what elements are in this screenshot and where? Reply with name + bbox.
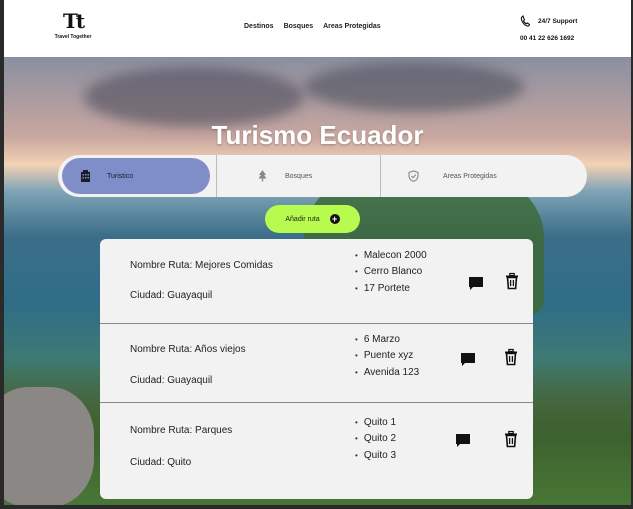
route-stop: Malecon 2000	[355, 247, 427, 264]
plus-circle-icon: +	[329, 214, 340, 224]
tab-turistico-label: Turistico	[107, 172, 134, 180]
route-name: Nombre Ruta: Mejores Comidas	[130, 260, 273, 271]
app-frame: Tt Travel Together Destinos Bosques Area…	[4, 0, 631, 505]
route-stop: 17 Portete	[355, 280, 427, 297]
route-stop: 6 Marzo	[355, 331, 419, 348]
route-city: Ciudad: Guayaquil	[130, 375, 213, 386]
routes-panel: Nombre Ruta: Mejores Comidas Ciudad: Gua…	[100, 239, 533, 499]
route-city: Ciudad: Quito	[130, 457, 192, 468]
comment-icon[interactable]	[454, 431, 472, 449]
route-stops: 6 Marzo Puente xyz Avenida 123	[355, 331, 419, 381]
support-info: 24/7 Support 00 41 22 626 1692	[520, 15, 577, 42]
add-route-button[interactable]: Añadir ruta +	[265, 205, 360, 233]
comment-icon[interactable]	[459, 350, 477, 368]
route-stops: Malecon 2000 Cerro Blanco 17 Portete	[355, 247, 427, 297]
nav-areas-protegidas[interactable]: Areas Protegidas	[323, 23, 381, 30]
building-icon	[81, 170, 90, 182]
site-header: Tt Travel Together Destinos Bosques Area…	[4, 0, 631, 57]
route-stop: Cerro Blanco	[355, 264, 427, 281]
tab-divider	[216, 155, 217, 197]
tab-areas-label: Areas Protegidas	[443, 172, 497, 180]
route-name: Nombre Ruta: Parques	[130, 425, 233, 436]
route-stops: Quito 1 Quito 2 Quito 3	[355, 414, 396, 464]
route-name: Nombre Ruta: Años viejos	[130, 344, 246, 355]
logo-text: Travel Together	[54, 34, 92, 40]
logo-mark: Tt	[62, 9, 85, 33]
route-item: Nombre Ruta: Parques Ciudad: Quito Quito…	[100, 403, 533, 493]
tab-divider	[380, 155, 381, 197]
route-stop: Puente xyz	[355, 348, 419, 365]
tab-bosques-label: Bosques	[285, 172, 313, 180]
nav-bosques[interactable]: Bosques	[284, 23, 314, 30]
nav-destinos[interactable]: Destinos	[244, 23, 274, 30]
hero-section: Turismo Ecuador Turistico Bosques Areas …	[4, 57, 631, 505]
support-label: 24/7 Support	[538, 17, 578, 25]
comment-icon[interactable]	[467, 274, 485, 292]
tab-bosques[interactable]: Bosques	[258, 158, 418, 194]
tab-turistico[interactable]: Turistico	[62, 158, 210, 194]
route-city: Ciudad: Guayaquil	[130, 290, 213, 301]
route-stop: Quito 1	[355, 414, 396, 431]
main-nav: Destinos Bosques Areas Protegidas	[244, 23, 381, 30]
logo[interactable]: Tt Travel Together	[53, 11, 93, 40]
route-item: Nombre Ruta: Mejores Comidas Ciudad: Gua…	[100, 239, 533, 323]
trash-icon[interactable]	[502, 348, 520, 366]
route-stop: Quito 3	[355, 447, 396, 464]
trash-icon[interactable]	[503, 272, 521, 290]
route-item: Nombre Ruta: Años viejos Ciudad: Guayaqu…	[100, 324, 533, 402]
route-stop: Quito 2	[355, 431, 396, 448]
shield-check-icon	[408, 170, 419, 182]
hero-cloud	[84, 67, 304, 127]
tree-icon	[258, 170, 267, 182]
hero-rock	[4, 387, 94, 505]
route-stop: Avenida 123	[355, 364, 419, 381]
add-route-label: Añadir ruta	[285, 215, 320, 223]
category-tabs: Turistico Bosques Areas Protegidas	[58, 155, 587, 197]
support-phone[interactable]: 00 41 22 626 1692	[520, 35, 577, 42]
hero-cloud	[304, 62, 524, 112]
trash-icon[interactable]	[502, 430, 520, 448]
phone-icon	[520, 15, 530, 27]
tab-areas-protegidas[interactable]: Areas Protegidas	[408, 158, 578, 194]
page-title: Turismo Ecuador	[211, 120, 424, 150]
